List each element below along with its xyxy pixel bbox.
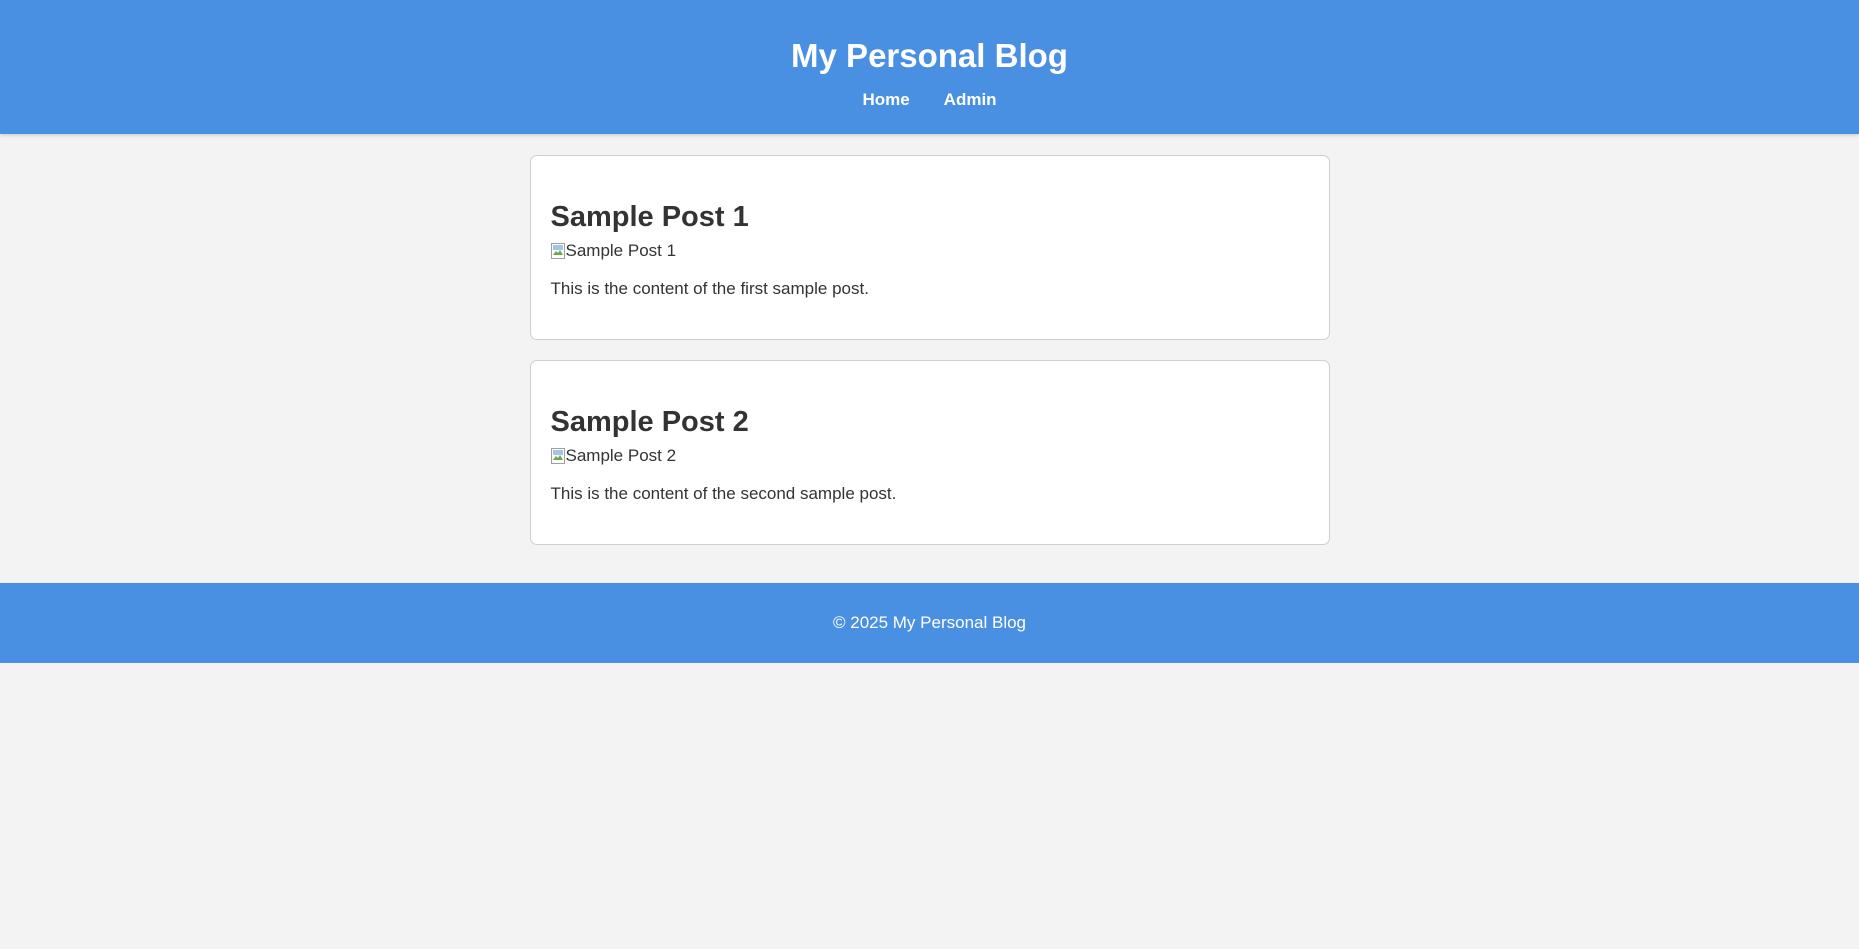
footer-copyright: © 2025 My Personal Blog <box>832 613 1027 632</box>
site-footer: © 2025 My Personal Blog <box>0 583 1859 663</box>
post-content: This is the content of the first sample … <box>550 279 869 298</box>
post-card: Sample Post 2 Sample Post 2 This is the … <box>529 360 1330 545</box>
nav-link-admin[interactable]: Admin <box>944 90 997 110</box>
broken-image-icon <box>550 243 565 259</box>
site-title: My Personal Blog <box>791 37 1068 74</box>
post-image-alt-text: Sample Post 1 <box>565 241 677 260</box>
post-card: Sample Post 1 Sample Post 1 This is the … <box>529 155 1330 340</box>
post-image: Sample Post 1 <box>550 240 1309 262</box>
broken-image-icon <box>550 448 565 464</box>
post-title: Sample Post 1 <box>550 201 749 233</box>
main-nav: Home Admin <box>0 90 1859 110</box>
nav-link-home[interactable]: Home <box>862 90 909 110</box>
site-header: My Personal Blog Home Admin <box>0 0 1859 134</box>
post-content: This is the content of the second sample… <box>550 484 897 503</box>
post-image-alt-text: Sample Post 2 <box>565 446 677 465</box>
post-list: Sample Post 1 Sample Post 1 This is the … <box>529 155 1330 545</box>
post-title: Sample Post 2 <box>550 406 749 438</box>
post-image: Sample Post 2 <box>550 445 1309 467</box>
